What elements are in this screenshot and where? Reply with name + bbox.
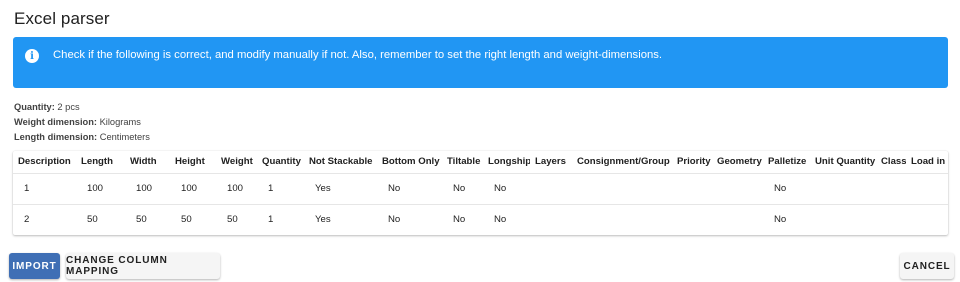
weight-dimension-summary: Weight dimension: Kilograms xyxy=(14,115,150,130)
column-header: Length xyxy=(81,156,113,168)
table-cell: 50 xyxy=(227,214,238,226)
table-cell: 100 xyxy=(181,183,198,194)
table-cell: Yes xyxy=(315,214,331,226)
info-banner: i Check if the following is correct, and… xyxy=(13,37,948,88)
length-dimension-summary: Length dimension: Centimeters xyxy=(14,130,150,145)
table-cell: 1 xyxy=(268,183,274,194)
quantity-label: Quantity: xyxy=(14,102,55,112)
dialog-title: Excel parser xyxy=(14,9,110,28)
table-cell xyxy=(672,204,712,235)
column-header: Bottom Only xyxy=(382,156,440,168)
column-header: Description xyxy=(18,156,71,168)
table-cell xyxy=(530,204,572,235)
import-button[interactable]: IMPORT xyxy=(9,253,60,279)
parse-summary: Quantity: 2 pcs Weight dimension: Kilogr… xyxy=(14,100,150,145)
table-cell: 100 xyxy=(227,183,244,194)
table-cell xyxy=(572,204,672,235)
column-header: Class xyxy=(881,156,906,168)
table-cell: No xyxy=(774,183,787,194)
parsed-items-table: Description Length Width Height Weight Q… xyxy=(13,151,948,235)
table-cell: No xyxy=(494,214,507,226)
table-cell xyxy=(810,173,876,204)
column-header: Height xyxy=(175,156,205,168)
table-header-row: Description Length Width Height Weight Q… xyxy=(13,151,948,173)
column-header: Longship xyxy=(488,156,530,168)
column-header: Consignment/Group xyxy=(577,156,670,168)
weight-dimension-value: Kilograms xyxy=(99,117,141,127)
column-header: Not Stackable xyxy=(309,156,373,168)
info-icon: i xyxy=(25,49,39,63)
column-header: Width xyxy=(130,156,157,168)
table-cell: No xyxy=(453,183,466,194)
table-cell: 50 xyxy=(87,214,98,226)
column-header: Palletize xyxy=(768,156,807,168)
column-header: Priority xyxy=(677,156,711,168)
table-cell: 100 xyxy=(87,183,104,194)
table-cell xyxy=(530,173,572,204)
table-cell: 100 xyxy=(136,183,153,194)
table-cell: 1 xyxy=(24,183,30,194)
table-cell xyxy=(712,204,763,235)
table-cell xyxy=(810,204,876,235)
table-cell xyxy=(876,204,906,235)
column-header: Tiltable xyxy=(447,156,481,168)
column-header: Unit Quantity xyxy=(815,156,876,168)
table-cell xyxy=(672,173,712,204)
table-cell: No xyxy=(774,214,787,226)
table-cell xyxy=(906,204,948,235)
column-header: Geometry xyxy=(717,156,762,168)
quantity-value: 2 pcs xyxy=(57,102,80,112)
table-cell: 1 xyxy=(268,214,274,226)
column-header: Layers xyxy=(535,156,566,168)
table-cell: No xyxy=(388,214,401,226)
table-row[interactable]: 1 100 100 100 100 1 Yes No No No No xyxy=(13,173,948,204)
weight-dimension-label: Weight dimension: xyxy=(14,117,97,127)
table-cell xyxy=(876,173,906,204)
table-cell: 2 xyxy=(24,214,30,226)
table-cell: 50 xyxy=(181,214,192,226)
table-cell: No xyxy=(453,214,466,226)
table-cell xyxy=(572,173,672,204)
table-cell xyxy=(906,173,948,204)
length-dimension-value: Centimeters xyxy=(99,132,150,142)
change-column-mapping-button[interactable]: CHANGE COLUMN MAPPING xyxy=(66,253,220,279)
table-row[interactable]: 2 50 50 50 50 1 Yes No No No No xyxy=(13,204,948,235)
table-cell xyxy=(712,173,763,204)
column-header: Load in xyxy=(911,156,946,168)
table-cell: No xyxy=(388,183,401,194)
info-banner-message: Check if the following is correct, and m… xyxy=(53,49,663,61)
table-cell: 50 xyxy=(136,214,147,226)
column-header: Weight xyxy=(221,156,253,168)
table-cell: No xyxy=(494,183,507,194)
column-header: Quantity xyxy=(262,156,301,168)
table-cell: Yes xyxy=(315,183,331,194)
length-dimension-label: Length dimension: xyxy=(14,132,98,142)
quantity-summary: Quantity: 2 pcs xyxy=(14,100,150,115)
cancel-button[interactable]: CANCEL xyxy=(900,253,954,279)
